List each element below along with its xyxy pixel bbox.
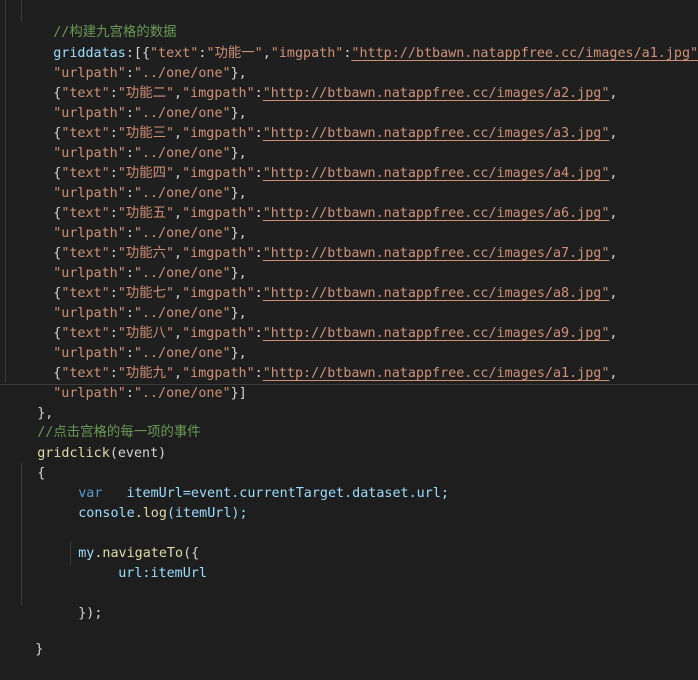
comma: , [609, 366, 618, 381]
code-line: //构建九宫格的数据 [21, 3, 176, 40]
image-url-link[interactable]: "http://btbawn.natappfree.cc/images/a6.j… [263, 206, 610, 221]
function-open: { [37, 466, 46, 481]
code-line: "urlpath":"../one/one"}, [21, 44, 247, 81]
image-url-link[interactable]: "http://btbawn.natappfree.cc/images/a1.j… [351, 46, 698, 61]
code-line: "urlpath":"../one/one"}] [21, 364, 247, 401]
comma: , [609, 326, 618, 341]
comma: , [609, 126, 618, 141]
log-argument: (itemUrl); [166, 506, 248, 521]
colon: : [254, 166, 263, 181]
code-line: {"text":"功能八","imgpath":"http://btbawn.n… [21, 304, 617, 341]
code-line: //点击宫格的每一项的事件 [5, 403, 200, 440]
gridclick-name: gridclick [37, 446, 110, 461]
comma: , [609, 166, 618, 181]
comma: , [609, 286, 618, 301]
imgpath-key: "imgpath" [270, 46, 344, 61]
brace-close: } [230, 386, 239, 401]
code-line: "urlpath":"../one/one"}, [21, 124, 247, 161]
image-url-link[interactable]: "http://btbawn.natappfree.cc/images/a9.j… [263, 326, 610, 341]
code-line: {"text":"功能七","imgpath":"http://btbawn.n… [21, 264, 617, 301]
image-url-link[interactable]: "http://btbawn.natappfree.cc/images/a2.j… [263, 86, 610, 101]
function-close: } [35, 642, 44, 657]
indent-guide [21, 463, 22, 605]
image-url-link[interactable]: "http://btbawn.natappfree.cc/images/a1.j… [263, 366, 610, 381]
code-line: "urlpath":"../one/one"}, [21, 284, 247, 321]
code-line: "urlpath":"../one/one"}, [21, 324, 247, 361]
code-line: console.log(itemUrl); [46, 484, 247, 521]
navigate-close: }); [78, 606, 103, 621]
code-line: {"text":"功能二","imgpath":"http://btbawn.n… [21, 64, 617, 101]
code-line: {"text":"功能六","imgpath":"http://btbawn.n… [21, 224, 617, 261]
log-method: .log [134, 506, 167, 521]
url-property: url:itemUrl [118, 566, 207, 581]
array-close: ] [238, 386, 247, 401]
code-line: {"text":"功能四","imgpath":"http://btbawn.n… [21, 144, 617, 181]
code-line: my.navigateTo({ [46, 524, 199, 561]
code-line: }); [46, 584, 102, 621]
colon: : [254, 326, 263, 341]
indent-guide [5, 0, 6, 383]
code-line: {"text":"功能九","imgpath":"http://btbawn.n… [21, 344, 617, 381]
comma: , [262, 46, 271, 61]
image-url-link[interactable]: "http://btbawn.natappfree.cc/images/a8.j… [263, 286, 610, 301]
colon: : [254, 206, 263, 221]
code-line: griddatas:[{"text":"功能一","imgpath":"http… [21, 24, 698, 61]
colon: : [254, 86, 263, 101]
gridclick-param: (event) [109, 446, 167, 461]
code-line: "urlpath":"../one/one"}, [21, 204, 247, 241]
code-line: url:itemUrl [86, 544, 207, 581]
code-line: "urlpath":"../one/one"}, [21, 164, 247, 201]
code-line: } [3, 620, 43, 657]
colon: : [254, 126, 263, 141]
colon: : [254, 286, 263, 301]
code-line: gridclick(event) [5, 424, 166, 461]
console-object: console [78, 506, 135, 521]
comma: , [609, 246, 618, 261]
urlpath-value: "../one/one" [133, 386, 231, 401]
code-line: }, [5, 384, 53, 421]
image-url-link[interactable]: "http://btbawn.natappfree.cc/images/a4.j… [263, 166, 610, 181]
code-line: "urlpath":"../one/one"}, [21, 244, 247, 281]
code-editor[interactable]: //构建九宫格的数据 griddatas:[{"text":"功能一","img… [0, 0, 698, 657]
code-line: var itemUrl=event.currentTarget.dataset.u… [46, 464, 449, 501]
code-line: {"text":"功能三","imgpath":"http://btbawn.n… [21, 104, 617, 141]
code-line: "urlpath":"../one/one"}, [21, 84, 247, 121]
image-url-link[interactable]: "http://btbawn.natappfree.cc/images/a3.j… [263, 126, 610, 141]
colon: : [254, 246, 263, 261]
comma: , [609, 86, 618, 101]
code-line: {"text":"功能五","imgpath":"http://btbawn.n… [21, 184, 617, 221]
code-line: { [5, 444, 45, 481]
comma: , [609, 206, 618, 221]
image-url-link[interactable]: "http://btbawn.natappfree.cc/images/a7.j… [263, 246, 610, 261]
colon: : [254, 366, 263, 381]
colon: : [125, 386, 134, 401]
urlpath-key: "urlpath" [53, 386, 126, 401]
